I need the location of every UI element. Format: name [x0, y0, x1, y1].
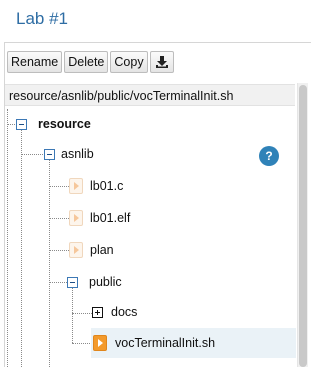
tree-connector: [49, 250, 69, 251]
scrollbar-thumb[interactable]: [299, 85, 307, 367]
file-icon: [69, 210, 83, 226]
tree-node-asnlib[interactable]: asnlib: [61, 147, 94, 161]
tree-connector: [21, 129, 22, 367]
file-browser-panel: Rename Delete Copy resource/asnlib/publi…: [4, 42, 311, 367]
tree-node-selected-file[interactable]: vocTerminalInit.sh: [115, 336, 215, 350]
collapse-asnlib-toggle[interactable]: [44, 149, 55, 160]
tree-connector: [49, 186, 69, 187]
tree-node-resource[interactable]: resource: [38, 117, 91, 131]
file-icon: [69, 178, 83, 194]
collapse-public-toggle[interactable]: [67, 277, 78, 288]
download-icon: [155, 56, 168, 68]
tree-connector: [49, 159, 50, 367]
page-title: Lab #1: [16, 9, 68, 28]
minus-icon: [70, 282, 75, 283]
tree-node-file[interactable]: lb01.c: [90, 179, 123, 193]
tree-connector: [7, 109, 8, 367]
copy-button[interactable]: Copy: [110, 51, 148, 73]
tree-node-docs[interactable]: docs: [111, 305, 137, 319]
tree-scrollbar[interactable]: [297, 83, 308, 367]
script-file-icon: [93, 335, 107, 351]
tree-connector: [72, 287, 73, 343]
file-icon: [69, 242, 83, 258]
delete-button[interactable]: Delete: [64, 51, 109, 73]
tree-connector: [72, 313, 92, 314]
tree-node-file[interactable]: plan: [90, 243, 114, 257]
collapse-resource-toggle[interactable]: [16, 119, 27, 130]
tree-node-public[interactable]: public: [89, 275, 122, 289]
help-icon[interactable]: ?: [259, 146, 279, 166]
tree-connector: [72, 343, 92, 344]
expand-docs-toggle[interactable]: [92, 307, 103, 318]
minus-icon: [47, 154, 52, 155]
tree-node-file[interactable]: lb01.elf: [90, 211, 130, 225]
tree-connector: [49, 282, 67, 283]
minus-icon: [19, 124, 24, 125]
current-path: resource/asnlib/public/vocTerminalInit.s…: [5, 84, 295, 106]
tree-connector: [21, 154, 45, 155]
download-button[interactable]: [149, 51, 174, 73]
file-toolbar: Rename Delete Copy: [7, 51, 174, 73]
rename-button[interactable]: Rename: [7, 51, 63, 73]
tree-connector: [49, 218, 69, 219]
